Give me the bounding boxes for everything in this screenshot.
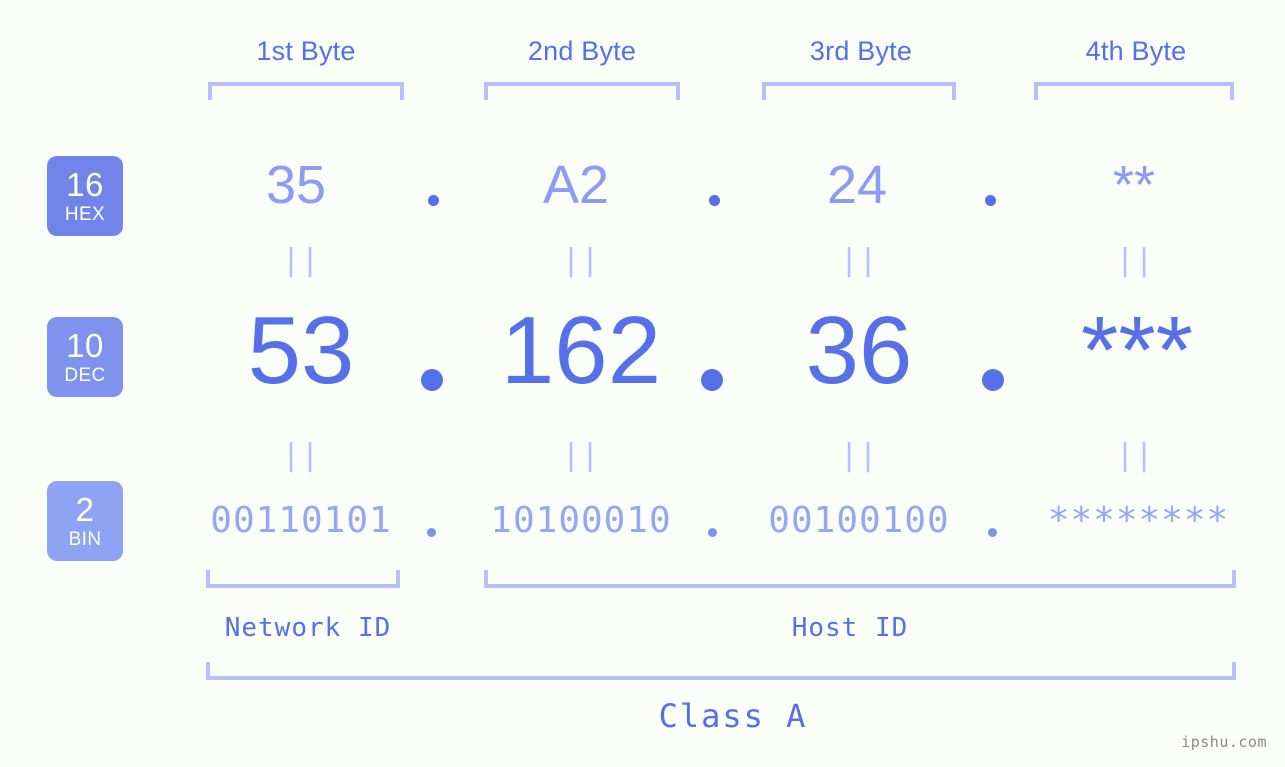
dec-separator-2 (701, 369, 723, 391)
hex-byte-4-masked: ** (1112, 155, 1156, 215)
bin-separator-3 (988, 528, 997, 537)
equals-connector-dec-bin-2: || (561, 438, 601, 473)
bin-separator-1 (427, 528, 436, 537)
byte-header-1: 1st Byte (256, 36, 356, 66)
dec-byte-1: 53 (247, 297, 355, 404)
base-badge-hex: 16 HEX (47, 156, 123, 236)
network-id-label: Network ID (224, 613, 392, 643)
byte-header-4: 4th Byte (1085, 36, 1187, 66)
equals-connector-dec-bin-3: || (839, 438, 879, 473)
class-bracket (206, 662, 1236, 680)
bin-byte-3: 00100100 (768, 500, 950, 541)
base-badge-dec-number: 10 (66, 327, 104, 364)
hex-separator-2 (709, 195, 720, 206)
byte-header-2: 2nd Byte (527, 36, 637, 66)
bin-separator-2 (708, 528, 717, 537)
base-badge-bin-abbr: BIN (68, 529, 102, 550)
base-badge-bin: 2 BIN (47, 481, 123, 561)
dec-byte-2: 162 (500, 297, 662, 404)
equals-connector-hex-dec-4: || (1115, 243, 1155, 278)
hex-byte-2: A2 (542, 155, 610, 215)
bin-byte-1: 00110101 (210, 500, 392, 541)
dec-byte-3: 36 (805, 297, 913, 404)
byte-header-3: 3rd Byte (809, 36, 913, 66)
equals-connector-dec-bin-4: || (1115, 438, 1155, 473)
hex-separator-1 (428, 195, 439, 206)
equals-connector-hex-dec-3: || (839, 243, 879, 278)
dec-separator-1 (421, 369, 443, 391)
hex-byte-1: 35 (265, 155, 327, 215)
byte-bracket-top-1 (208, 82, 404, 100)
byte-bracket-top-2 (484, 82, 680, 100)
bin-byte-4-masked: ******** (1047, 500, 1230, 541)
network-id-bracket (206, 570, 400, 588)
host-id-bracket (484, 570, 1236, 588)
equals-connector-hex-dec-1: || (281, 243, 321, 278)
equals-connector-hex-dec-2: || (561, 243, 601, 278)
base-badge-dec: 10 DEC (47, 317, 123, 397)
base-badge-bin-number: 2 (75, 491, 95, 528)
byte-bracket-top-4 (1034, 82, 1234, 100)
site-watermark: ipshu.com (1181, 733, 1267, 751)
host-id-label: Host ID (791, 613, 909, 643)
base-badge-hex-number: 16 (66, 166, 104, 203)
bin-byte-2: 10100010 (490, 500, 672, 541)
byte-bracket-top-3 (762, 82, 956, 100)
equals-connector-dec-bin-1: || (281, 438, 321, 473)
base-badge-dec-abbr: DEC (64, 365, 106, 386)
hex-separator-3 (985, 195, 996, 206)
dec-separator-3 (982, 369, 1004, 391)
class-label: Class A (658, 697, 808, 735)
hex-byte-3: 24 (826, 155, 888, 215)
base-badge-hex-abbr: HEX (64, 204, 106, 225)
ip-breakdown-diagram: 1st Byte 2nd Byte 3rd Byte 4th Byte 16 H… (0, 0, 1285, 767)
dec-byte-4-masked: *** (1080, 297, 1194, 404)
